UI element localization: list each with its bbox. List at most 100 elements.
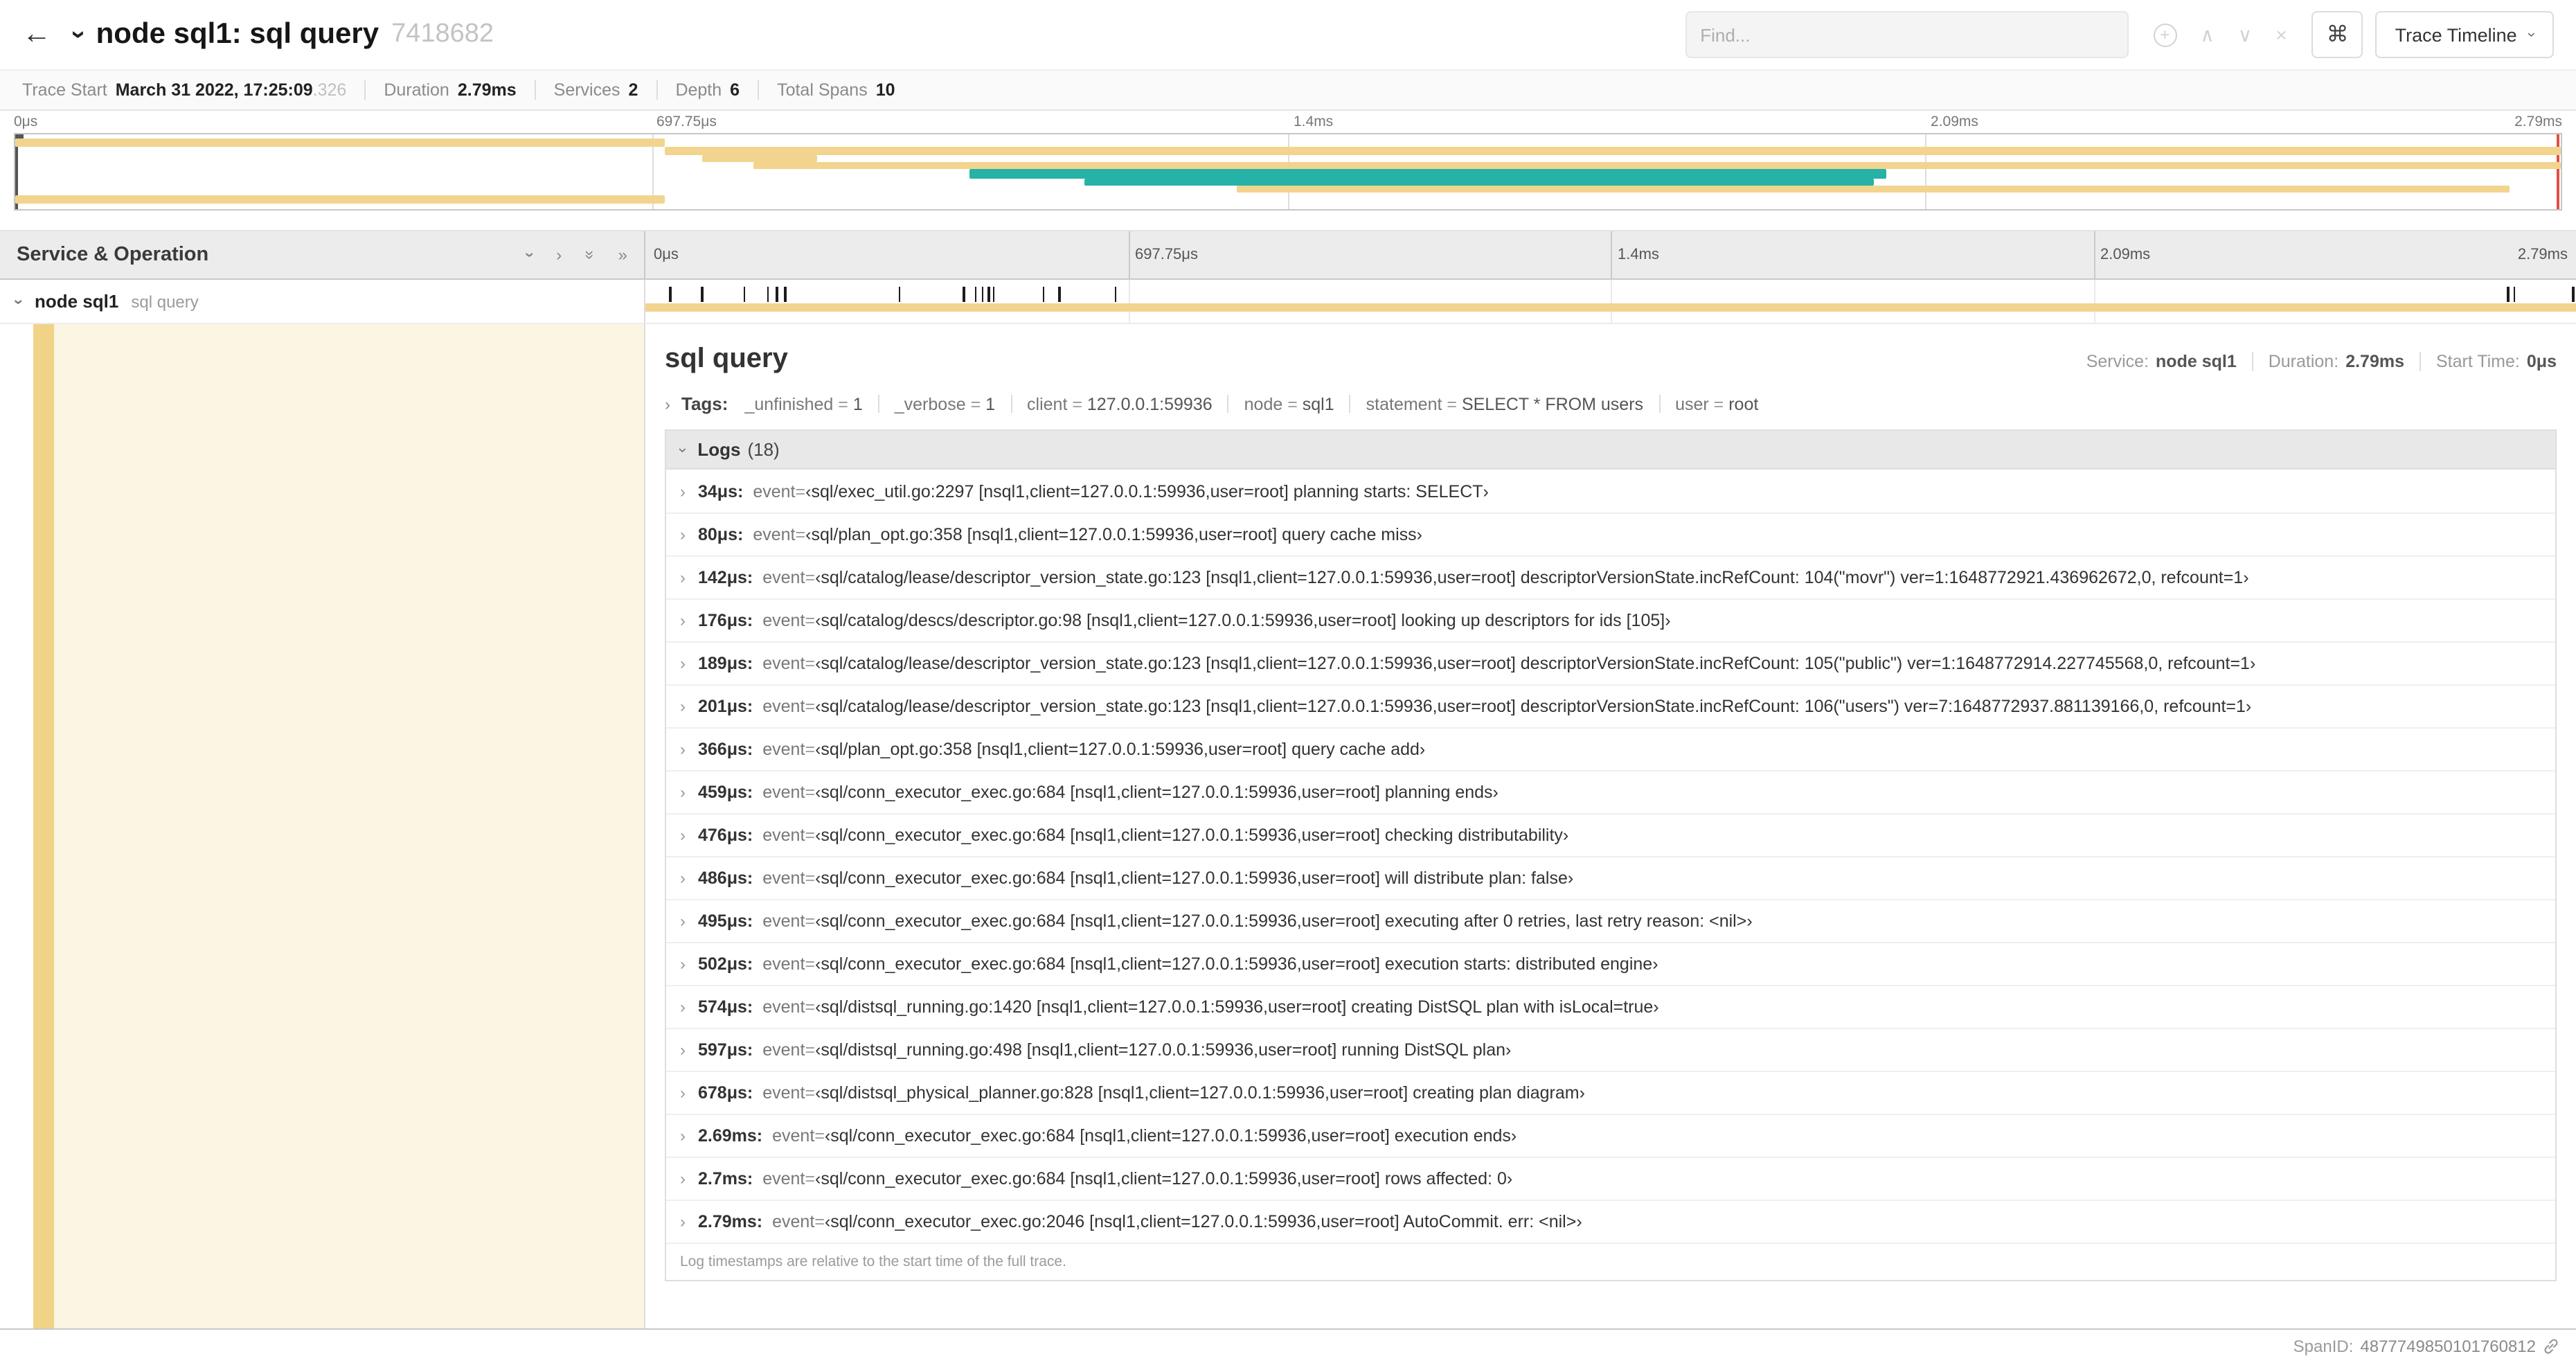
log-timestamp: 678μs: [698,1083,753,1103]
link-icon[interactable] [2543,1338,2559,1355]
tag-key: _unfinished [744,394,834,413]
tag-equals: = [1067,394,1087,413]
duration-label: Duration: [2268,352,2339,371]
tag-key: _verbose [894,394,966,413]
logs-header[interactable]: › Logs (18) [666,431,2555,470]
tag-item[interactable]: _verbose = 1 [895,394,995,413]
tag-item[interactable]: user = root [1675,394,1758,413]
collapse-one-icon[interactable]: › [520,252,539,258]
service-value: node sql1 [2156,352,2237,371]
clear-icon[interactable]: × [2275,24,2287,46]
logs-list: › 34μs: event = ‹sql/exec_util.go:2297 [ns… [666,470,2555,1242]
log-marker [784,287,787,302]
log-field-key: event [762,911,805,931]
log-row[interactable]: › 574μs: event = ‹sql/distsql_running.go:1… [666,985,2555,1028]
log-row[interactable]: › 201μs: event = ‹sql/catalog/lease/descri… [666,684,2555,727]
circle-plus-icon[interactable]: + [2153,23,2177,46]
log-row[interactable]: › 34μs: event = ‹sql/exec_util.go:2297 [ns… [666,470,2555,513]
log-field-value: ‹sql/plan_opt.go:358 [nsql1,client=127.0… [815,740,1426,759]
log-equals: = [795,525,806,544]
log-equals: = [805,697,816,716]
chevron-up-icon[interactable]: ∧ [2200,23,2215,46]
log-row[interactable]: › 502μs: event = ‹sql/conn_executor_exec.g… [666,942,2555,985]
expand-one-icon[interactable]: › [556,245,562,265]
log-row[interactable]: › 495μs: event = ‹sql/conn_executor_exec.g… [666,899,2555,942]
log-row[interactable]: › 189μs: event = ‹sql/catalog/lease/descri… [666,641,2555,684]
log-field-value: ‹sql/distsql_running.go:498 [nsql1,clien… [815,1040,1512,1060]
tag-value: 1 [985,394,996,413]
span-row[interactable]: › node sql1 sql query [0,280,2576,324]
span-color-stripe [33,324,54,1328]
service-name: node sql1 [35,291,119,312]
log-field-value: ‹sql/plan_opt.go:358 [nsql1,client=127.0… [805,525,1423,544]
chevron-down-icon[interactable]: ∨ [2238,23,2253,46]
service-operation-label: Service & Operation [17,244,209,266]
trace-timeline-dropdown[interactable]: Trace Timeline › [2375,11,2554,58]
log-row[interactable]: › 459μs: event = ‹sql/conn_executor_exec.g… [666,770,2555,813]
log-row[interactable]: › 2.69ms: event = ‹sql/conn_executor_exec.… [666,1114,2555,1157]
keyboard-shortcuts-button[interactable]: ⌘ [2311,11,2363,58]
log-row[interactable]: › 2.7ms: event = ‹sql/conn_executor_exec.g… [666,1157,2555,1200]
log-row[interactable]: › 2.79ms: event = ‹sql/conn_executor_exec.… [666,1200,2555,1242]
log-row[interactable]: › 80μs: event = ‹sql/plan_opt.go:358 [nsql… [666,513,2555,555]
log-timestamp: 502μs: [698,954,753,974]
separator [364,80,366,100]
tag-item[interactable]: _unfinished = 1 [744,394,862,413]
log-row[interactable]: › 678μs: event = ‹sql/distsql_physical_pla… [666,1071,2555,1114]
tags-row[interactable]: › Tags: _unfinished = 1 _verbose = 1 clien… [665,393,2557,414]
log-row[interactable]: › 176μs: event = ‹sql/catalog/descs/descri… [666,598,2555,641]
minimap-span-bar [969,169,1886,179]
separator [1658,395,1661,413]
log-marker [2507,287,2510,302]
log-row[interactable]: › 597μs: event = ‹sql/distsql_running.go:4… [666,1028,2555,1071]
log-field-key: event [762,1083,805,1103]
tag-item[interactable]: client = 127.0.0.1:59936 [1027,394,1213,413]
log-marker [981,287,984,302]
summary-value-suffix: .326 [312,80,347,100]
tag-item[interactable]: node = sql1 [1244,394,1334,413]
log-marker [701,287,703,302]
trace-timeline-page: ← › node sql1: sql query 7418682 + ∧ ∨ ×… [0,0,2576,1363]
logs-footer-note: Log timestamps are relative to the start… [666,1242,2555,1280]
separator [877,395,879,413]
log-field-value: ‹sql/exec_util.go:2297 [nsql1,client=127… [805,481,1489,501]
chevron-right-icon: › [680,826,686,845]
minimap-tick-label: 697.75μs [656,114,717,130]
span-bar[interactable] [645,303,2576,312]
log-row[interactable]: › 476μs: event = ‹sql/conn_executor_exec.g… [666,813,2555,856]
tag-value: sql1 [1302,394,1334,413]
span-row-name-cell[interactable]: › node sql1 sql query [0,280,645,323]
summary-value: March 31 2022, 17:25:09 [115,80,313,100]
page-title: node sql1: sql query [96,18,379,50]
find-input[interactable] [1685,11,2129,58]
chevron-down-icon[interactable]: › [62,30,93,39]
chevron-right-icon: › [680,654,686,673]
back-arrow-icon[interactable]: ← [22,18,51,51]
log-row[interactable]: › 366μs: event = ‹sql/plan_opt.go:358 [nsq… [666,727,2555,770]
log-field-key: event [762,954,805,974]
log-equals: = [805,568,816,587]
minimap-canvas[interactable] [14,133,2562,211]
log-field-key: event [762,568,805,587]
log-row[interactable]: › 142μs: event = ‹sql/catalog/lease/descri… [666,555,2555,598]
separator [758,80,760,100]
chevron-down-icon[interactable]: › [10,299,29,304]
tag-key: client [1027,394,1068,413]
minimap-span-bar [1237,186,2510,193]
log-field-key: event [762,697,805,716]
axis-gridline [1128,231,1129,278]
log-equals: = [795,481,806,501]
viewport-right-scrubber[interactable] [2557,134,2559,209]
summary-value: 10 [875,80,895,100]
span-operation-title: sql query [665,344,788,374]
log-field-key: event [753,481,796,501]
trace-timeline-label: Trace Timeline [2395,24,2517,45]
log-row[interactable]: › 486μs: event = ‹sql/conn_executor_exec.g… [666,856,2555,899]
tag-item[interactable]: statement = SELECT * FROM users [1366,394,1643,413]
timeline-row-canvas[interactable] [645,280,2576,323]
separator [2420,352,2421,371]
expand-all-icon[interactable]: » [618,245,627,265]
log-marker [776,287,778,302]
collapse-all-icon[interactable]: » [580,250,600,259]
log-field-value: ‹sql/conn_executor_exec.go:684 [nsql1,cl… [815,783,1499,802]
